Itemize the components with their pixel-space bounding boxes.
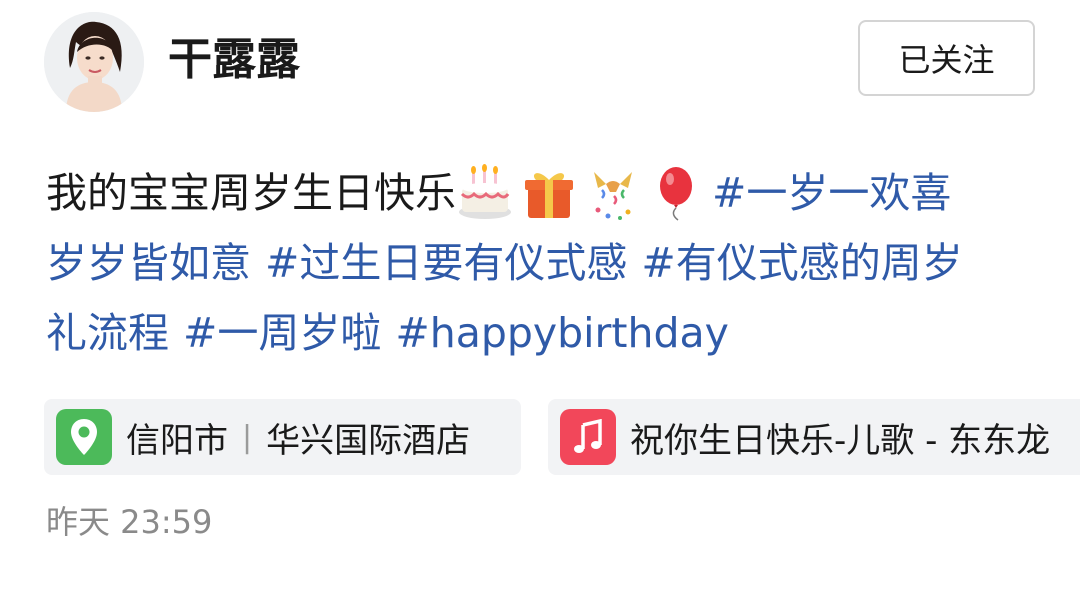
post-line-3: 礼流程 #一周岁啦 #happybirthday: [46, 298, 1046, 368]
hashtag-link[interactable]: 岁岁皆如意: [46, 228, 251, 298]
chip-divider: |: [242, 419, 253, 455]
party-popper-icon: [584, 164, 642, 222]
hashtag-link[interactable]: 礼流程: [46, 298, 169, 368]
post-line-2: 岁岁皆如意 #过生日要有仪式感 #有仪式感的周岁: [46, 228, 1046, 298]
balloon-icon: [648, 164, 706, 222]
avatar[interactable]: [44, 12, 144, 112]
location-city: 信阳市: [126, 420, 228, 461]
post-body-text: 我的宝宝周岁生日快乐: [46, 169, 456, 217]
birthday-cake-icon: [456, 164, 514, 222]
location-chip[interactable]: 信阳市 | 华兴国际酒店: [44, 399, 521, 475]
hashtag-link[interactable]: #一岁一欢喜: [712, 158, 951, 228]
post-text: 我的宝宝周岁生日快乐 #一岁一欢喜 岁岁皆如意 #过生日要有仪式感 #有仪式感的…: [46, 158, 1046, 368]
post-timestamp: 昨天 23:59: [46, 503, 213, 541]
author-name[interactable]: 干露露: [168, 32, 300, 88]
hashtag-link[interactable]: #happybirthday: [395, 298, 729, 368]
location-place: 华兴国际酒店: [266, 420, 471, 461]
post-line-1: 我的宝宝周岁生日快乐 #一岁一欢喜: [46, 158, 1046, 228]
avatar-image: [44, 12, 144, 112]
hashtag-link[interactable]: #过生日要有仪式感: [265, 228, 627, 298]
music-chip[interactable]: 祝你生日快乐-儿歌 - 东东龙: [548, 399, 1080, 475]
music-note-icon: [560, 409, 616, 465]
music-title: 祝你生日快乐-儿歌 - 东东龙: [630, 420, 1051, 461]
gift-icon: [520, 164, 578, 222]
follow-button[interactable]: 已关注: [858, 20, 1035, 96]
hashtag-link[interactable]: #一周岁啦: [183, 298, 381, 368]
location-pin-icon: [56, 409, 112, 465]
post-card: 干露露 已关注 我的宝宝周岁生日快乐 #一岁一欢喜 岁岁皆如意 #过生日要有仪式…: [0, 0, 1080, 590]
hashtag-link[interactable]: #有仪式感的周岁: [641, 228, 962, 298]
